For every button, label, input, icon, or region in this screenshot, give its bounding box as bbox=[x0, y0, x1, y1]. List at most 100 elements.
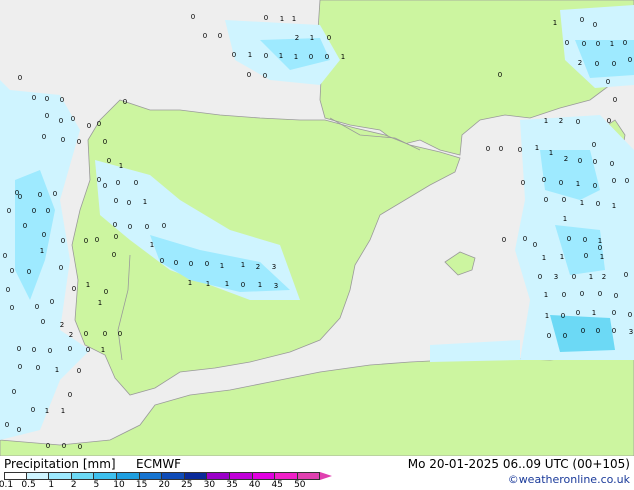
precipitation-value: 0 bbox=[596, 40, 600, 48]
precipitation-value: 0 bbox=[77, 367, 81, 375]
precipitation-value: 0 bbox=[10, 304, 14, 312]
color-scale-swatch bbox=[252, 472, 276, 480]
precipitation-value: 1 bbox=[545, 312, 549, 320]
precipitation-value: 0 bbox=[114, 197, 118, 205]
precipitation-value: 0 bbox=[576, 118, 580, 126]
precipitation-value: 0 bbox=[625, 177, 629, 185]
precipitation-value: 0 bbox=[583, 236, 587, 244]
color-scale-label: 0.5 bbox=[21, 480, 36, 490]
precipitation-value: 1 bbox=[98, 299, 102, 307]
precipitation-value: 0 bbox=[32, 207, 36, 215]
precipitation-value: 1 bbox=[292, 15, 296, 23]
precipitation-value: 0 bbox=[607, 117, 611, 125]
precipitation-value: 1 bbox=[225, 280, 229, 288]
precipitation-value: 2 bbox=[256, 263, 260, 271]
precipitation-value: 0 bbox=[50, 298, 54, 306]
precipitation-value: 0 bbox=[61, 136, 65, 144]
precipitation-value: 0 bbox=[18, 363, 22, 371]
precipitation-value: 3 bbox=[554, 273, 558, 281]
precipitation-value: 0 bbox=[18, 74, 22, 82]
precipitation-value: 1 bbox=[592, 309, 596, 317]
precipitation-value: 0 bbox=[103, 138, 107, 146]
precipitation-value: 0 bbox=[42, 133, 46, 141]
precipitation-value: 0 bbox=[562, 196, 566, 204]
color-scale-label: 25 bbox=[181, 480, 193, 490]
precipitation-value: 0 bbox=[598, 290, 602, 298]
precipitation-value: 0 bbox=[624, 271, 628, 279]
precipitation-value: 0 bbox=[542, 176, 546, 184]
precipitation-value: 0 bbox=[218, 32, 222, 40]
precipitation-value: 2 bbox=[60, 321, 64, 329]
precipitation-value: 0 bbox=[32, 94, 36, 102]
precipitation-value: 0 bbox=[486, 145, 490, 153]
precipitation-value: 0 bbox=[502, 236, 506, 244]
precipitation-value: 1 bbox=[241, 261, 245, 269]
precipitation-value: 0 bbox=[162, 222, 166, 230]
precipitation-value: 0 bbox=[612, 327, 616, 335]
color-scale-label: 2 bbox=[70, 480, 77, 490]
precipitation-value: 1 bbox=[542, 254, 546, 262]
precipitation-value: 0 bbox=[36, 364, 40, 372]
color-scale-swatch bbox=[26, 472, 50, 480]
precipitation-value: 2 bbox=[578, 59, 582, 67]
precipitation-value: 0 bbox=[128, 223, 132, 231]
precipitation-value: 0 bbox=[264, 52, 268, 60]
precipitation-value: 0 bbox=[559, 179, 563, 187]
color-scale-swatch bbox=[49, 472, 72, 480]
precipitation-value: 0 bbox=[309, 53, 313, 61]
precipitation-value: 0 bbox=[264, 14, 268, 22]
precipitation-value: 0 bbox=[596, 200, 600, 208]
precipitation-value: 3 bbox=[272, 263, 276, 271]
precipitation-value: 0 bbox=[582, 40, 586, 48]
precipitation-value: 0 bbox=[6, 286, 10, 294]
precipitation-value: 0 bbox=[145, 223, 149, 231]
precipitation-value: 0 bbox=[572, 273, 576, 281]
precipitation-value: 0 bbox=[584, 252, 588, 260]
precipitation-value: 0 bbox=[547, 332, 551, 340]
precipitation-value: 0 bbox=[499, 145, 503, 153]
color-scale-label: 35 bbox=[226, 480, 238, 490]
color-scale-label: 40 bbox=[248, 480, 261, 490]
precipitation-value: 0 bbox=[174, 259, 178, 267]
precipitation-value: 0 bbox=[103, 330, 107, 338]
precipitation-value: 0 bbox=[46, 207, 50, 215]
precipitation-value: 0 bbox=[578, 157, 582, 165]
precipitation-value: 1 bbox=[341, 53, 345, 61]
precipitation-value: 0 bbox=[60, 96, 64, 104]
precipitation-value: 0 bbox=[595, 60, 599, 68]
precipitation-value: 0 bbox=[628, 311, 632, 319]
precipitation-value: 0 bbox=[160, 257, 164, 265]
precipitation-value: 0 bbox=[112, 251, 116, 259]
color-scale-swatch bbox=[229, 472, 253, 480]
color-scale-swatch bbox=[71, 472, 95, 480]
precipitation-value: 1 bbox=[40, 247, 44, 255]
precipitation-value: 0 bbox=[71, 115, 75, 123]
precipitation-value: 0 bbox=[612, 177, 616, 185]
precipitation-value: 0 bbox=[27, 268, 31, 276]
precipitation-value: 0 bbox=[3, 252, 7, 260]
precipitation-value: 1 bbox=[610, 40, 614, 48]
precipitation-value: 0 bbox=[562, 291, 566, 299]
color-scale-swatch bbox=[297, 472, 321, 480]
precipitation-value: 1 bbox=[612, 202, 616, 210]
precipitation-value: 0 bbox=[10, 267, 14, 275]
precipitation-value: 0 bbox=[612, 309, 616, 317]
precipitation-value: 0 bbox=[576, 309, 580, 317]
site-credit: ©weatheronline.co.uk bbox=[507, 473, 630, 486]
precipitation-value: 0 bbox=[97, 176, 101, 184]
precipitation-value: 0 bbox=[48, 347, 52, 355]
precipitation-value: 0 bbox=[205, 260, 209, 268]
color-scale bbox=[4, 472, 333, 480]
precipitation-value: 1 bbox=[86, 281, 90, 289]
precipitation-value: 0 bbox=[46, 442, 50, 450]
precipitation-value: 0 bbox=[17, 345, 21, 353]
precipitation-value: 0 bbox=[593, 21, 597, 29]
precipitation-value: 0 bbox=[42, 231, 46, 239]
precipitation-value: 0 bbox=[97, 120, 101, 128]
precipitation-value: 0 bbox=[565, 39, 569, 47]
precipitation-value: 0 bbox=[87, 122, 91, 130]
precipitation-value: 1 bbox=[535, 144, 539, 152]
precipitation-value: 0 bbox=[610, 160, 614, 168]
precipitation-value: 0 bbox=[596, 327, 600, 335]
color-scale-label: 20 bbox=[158, 480, 170, 490]
